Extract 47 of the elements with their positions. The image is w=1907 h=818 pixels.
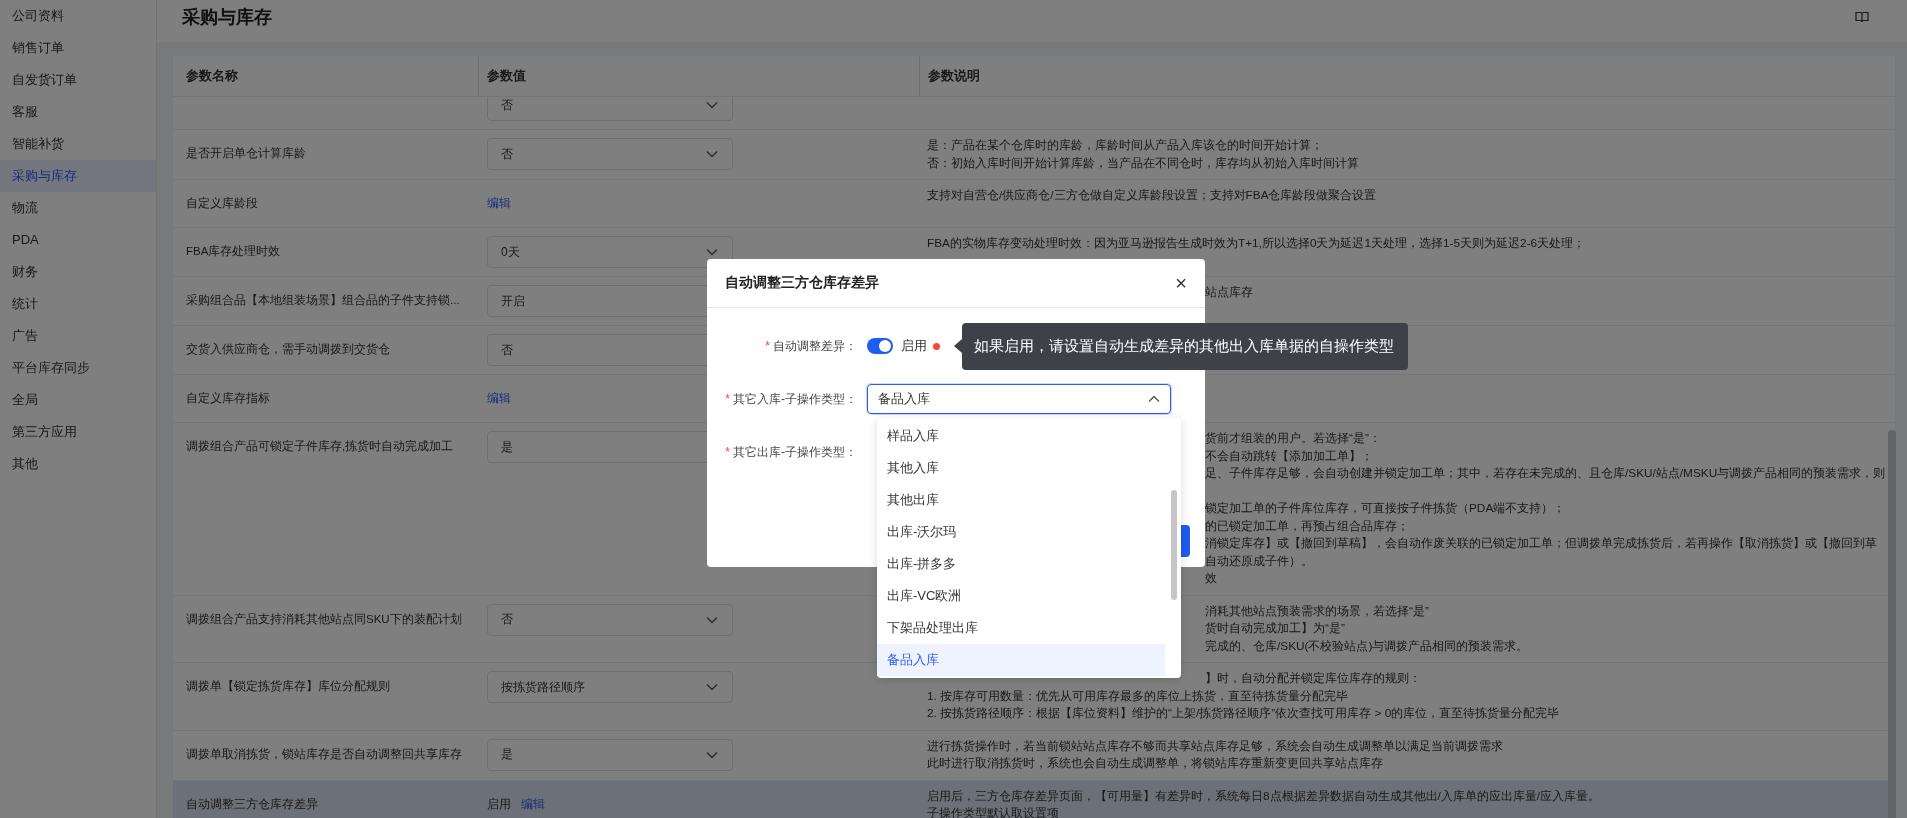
description-text: 】时，自动分配并锁定库位库存的规则： — [1205, 671, 1421, 685]
field-label: 其它入库-子操作类型： — [733, 391, 857, 406]
description-text: 消锁定库存】或【撤回到草稿】，会自动作废关联的已锁定加工单；但调拨单完成拣货后，若再操作【取消拣货】或【撤回到草 — [1205, 536, 1877, 550]
description-text: 锁定加工单的子件库位库存，可直接按子件拣货（PDA端不支持）； — [1205, 501, 1566, 515]
parameter-name: 调拨单【锁定拣货库存】库位分配规则 — [186, 680, 390, 692]
parameter-name: 自定义库龄段 — [186, 197, 258, 209]
parameter-name: 调拨组合产品可锁定子件库存,拣货时自动完成加工 — [186, 440, 454, 452]
parameter-name: 是否开启单仓计算库龄 — [186, 147, 306, 159]
parameter-name: FBA库存处理时效 — [186, 245, 281, 257]
column-header: 参数名称 — [185, 67, 239, 85]
description-text: 消耗其他站点预装需求的场景，若选择“是” — [1205, 603, 1429, 618]
description-text: 货前才组装的用户。若选择“是”： — [1205, 431, 1381, 445]
tooltip-text: 如果启用，请设置自动生成差异的其他出入库单据的自操作类型 — [974, 337, 1394, 356]
description-text: 的已锁定加工单，再预占组合品库存； — [1205, 518, 1409, 533]
column-header: 参数说明 — [919, 56, 1895, 96]
parameter-name: 调拨单取消拣货，锁站库存是否自动调整回共享库存 — [186, 747, 462, 760]
description-text: FBA的实物库存变动处理时效：因为亚马逊报告生成时效为T+1,所以选择0天为延迟1天处理，选择1-5天则为延迟2-6天处理； — [927, 236, 1586, 250]
description-text: 效 — [1205, 571, 1217, 585]
description-text: 支持对自营仓/供应商仓/三方仓做自定义库龄段设置；支持对FBA仓库龄段做聚合设置 — [927, 188, 1377, 202]
status-text: 启用 — [487, 795, 511, 813]
description-text: 子操作类型默认取设置项 — [927, 806, 1059, 818]
description-text: 完成的、仓库/SKU(不校验站点)与调拨产品相同的预装需求。 — [1205, 638, 1529, 653]
switch-label: 启用 — [901, 337, 927, 355]
description-text: 货时自动完成加工】为“是” — [1205, 621, 1345, 635]
description-text: 否：初始入库时间开始计算库龄，当产品在不同仓时，库存均从初始入库时间计算 — [927, 155, 1359, 170]
page-title: 采购与库存 — [182, 6, 272, 29]
description-text: 站点库存 — [1205, 285, 1253, 299]
description-text: 是：产品在某个仓库时的库龄，库龄时间从产品入库该仓的时间开始计算； — [927, 138, 1323, 152]
description-text: 2. 按拣货路径顺序：根据【库位资料】维护的“上架/拣货路径顺序”依次查找可用库存 > 0的库位，直至待拣货量分配完毕 — [927, 706, 1560, 720]
column-header: 参数值 — [478, 56, 919, 96]
description-text: 1. 按库存可用数量：优先从可用库存最多的库位上拣货，直至待拣货量分配完毕 — [927, 688, 1349, 703]
required-mark: * — [765, 338, 770, 353]
description-text: 足、子件库存足够，会自动创建并锁定加工单；其中，若存在未完成的、且仓库/SKU/站点/MSKU与调拨产品相同的预装需求，则 — [1205, 466, 1886, 480]
description-text: 不会自动跳转【添加加工单】； — [1205, 448, 1373, 463]
description-text: 自动还原成子件）。 — [1205, 553, 1313, 568]
required-mark: * — [725, 444, 730, 459]
description-text: 进行拣货操作时，若当前锁站站点库存不够而共享站点库存足够，系统会自动生成调整单以满足当前调拨需求 — [927, 738, 1503, 753]
description-text: 启用后，三方仓库存差异页面，【可用量】有差异时，系统每日8点根据差异数据自动生成其他出/入库单的应出库量/应入库量。 — [927, 788, 1601, 803]
field-label: 自动调整差异： — [773, 338, 857, 353]
description-text: 此时进行取消拣货时，系统也会自动生成调整单，将锁站库存重新变更回共享站点库存 — [927, 756, 1383, 770]
field-label: 其它出库-子操作类型： — [733, 444, 857, 459]
required-mark: * — [725, 391, 730, 406]
parameter-name: 采购组合品【本地组装场景】组合品的子件支持锁... — [186, 294, 460, 306]
parameter-name: 自动调整三方仓库存差异 — [186, 797, 318, 810]
parameter-name: 调拨组合产品支持消耗其他站点同SKU下的装配计划 — [186, 612, 462, 625]
parameter-name: 交货入供应商仓，需手动调拨到交货仓 — [186, 343, 390, 355]
parameter-name: 自定义库存指标 — [186, 392, 270, 404]
